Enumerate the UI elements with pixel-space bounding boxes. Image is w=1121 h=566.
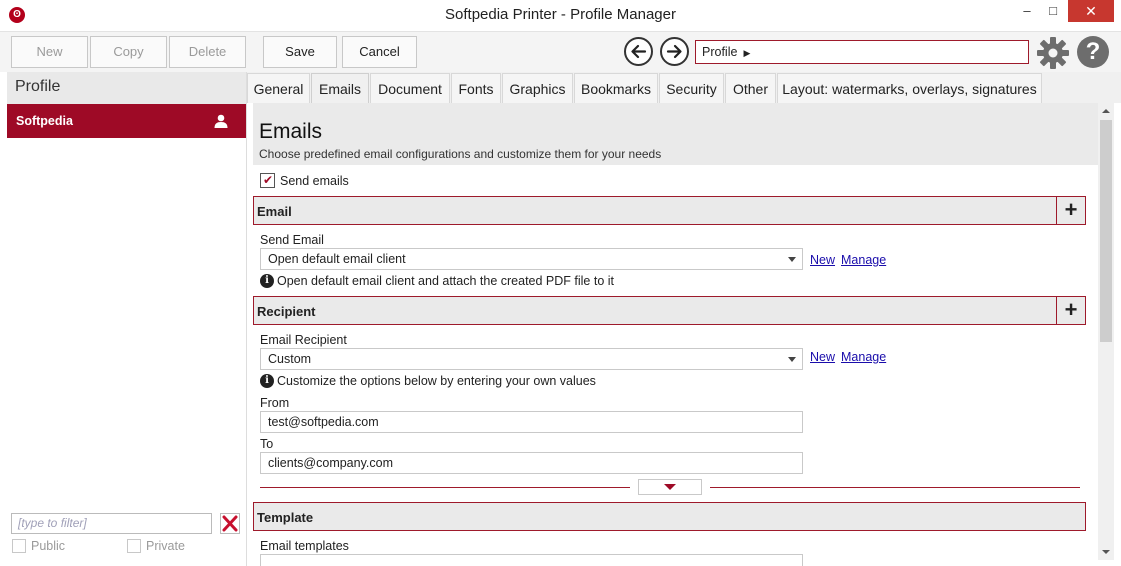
to-label: To [260,437,274,451]
clear-x-icon [222,515,238,532]
tab-fonts[interactable]: Fonts [451,73,501,103]
arrow-right-icon [666,44,682,59]
email-section-header: Email + [253,196,1086,225]
tab-layout[interactable]: Layout: watermarks, overlays, signatures [777,73,1042,103]
send-emails-checkbox[interactable]: ✔ [260,173,275,188]
delete-button[interactable]: Delete [169,36,246,68]
settings-tabs: General Emails Document Fonts Graphics B… [247,72,1121,104]
profile-item-label: Softpedia [16,114,73,128]
to-field[interactable]: clients@company.com [260,452,803,474]
checkmark-icon: ✔ [263,173,274,187]
window-title: Softpedia Printer - Profile Manager [445,6,676,23]
tab-security[interactable]: Security [659,73,724,103]
recipient-info-text: Customize the options below by entering … [277,374,596,388]
page-title: Emails [259,120,323,143]
tab-general[interactable]: General [247,73,310,103]
email-templates-label: Email templates [260,539,349,553]
private-checkbox[interactable] [127,539,141,553]
copy-button[interactable]: Copy [90,36,167,68]
divider [260,487,630,488]
send-emails-label: Send emails [280,174,349,188]
tab-emails[interactable]: Emails [311,73,369,104]
chevron-down-icon [788,257,796,262]
caret-right-icon: ▶ [743,48,751,58]
gear-icon[interactable] [1036,36,1070,70]
arrow-left-icon [631,44,647,59]
save-button[interactable]: Save [263,36,337,68]
tab-graphics[interactable]: Graphics [502,73,573,103]
tab-bookmarks[interactable]: Bookmarks [574,73,658,103]
expand-more-button[interactable] [638,479,702,495]
add-recipient-plus-icon[interactable]: + [1056,297,1085,324]
recipient-new-link[interactable]: New [810,350,835,364]
panel-header: Emails Choose predefined email configura… [253,103,1098,165]
scroll-down-icon[interactable] [1098,544,1114,560]
user-icon [214,114,228,128]
template-section-header: Template [253,502,1086,531]
minimize-button[interactable]: – [1014,0,1040,22]
email-templates-select[interactable] [260,554,803,566]
email-recipient-value: Custom [268,352,312,366]
tab-other[interactable]: Other [725,73,776,103]
new-button[interactable]: New [11,36,88,68]
help-icon[interactable]: ? [1077,36,1109,68]
profile-path-breadcrumb[interactable]: Profile ▶ [695,40,1029,64]
send-email-value: Open default email client [268,252,406,266]
email-info-text: Open default email client and attach the… [277,274,614,288]
public-label: Public [31,539,66,553]
emails-panel: Emails Choose predefined email configura… [247,103,1098,566]
section-title: Template [257,510,314,525]
info-icon: i [260,274,274,288]
back-button[interactable] [624,37,653,66]
profile-filter-input[interactable]: [type to filter] [11,513,212,534]
page-subtitle: Choose predefined email configurations a… [259,147,662,161]
breadcrumb-label: Profile [702,45,738,59]
scroll-up-icon[interactable] [1098,103,1114,119]
sidebar-header: Profile [7,72,246,104]
section-title: Recipient [257,304,316,319]
email-manage-link[interactable]: Manage [841,253,886,267]
private-label: Private [146,539,185,553]
toolbar: New Copy Delete Save Cancel Profile ▶ ? [0,32,1121,72]
section-title: Email [257,204,292,219]
profile-sidebar: Profile Softpedia [type to filter] Publi… [7,72,247,566]
public-checkbox[interactable] [12,539,26,553]
scroll-thumb[interactable] [1100,120,1112,342]
cancel-button[interactable]: Cancel [342,36,417,68]
forward-button[interactable] [660,37,689,66]
from-field[interactable]: test@softpedia.com [260,411,803,433]
email-recipient-select[interactable]: Custom [260,348,803,370]
clear-filter-button[interactable] [220,513,240,534]
tab-document[interactable]: Document [370,73,450,103]
title-bar: ʘ Softpedia Printer - Profile Manager – … [0,0,1121,32]
close-button[interactable]: ✕ [1068,0,1114,22]
recipient-section-header: Recipient + [253,296,1086,325]
recipient-manage-link[interactable]: Manage [841,350,886,364]
maximize-button[interactable]: □ [1040,0,1066,22]
info-icon: i [260,374,274,388]
profile-item-softpedia[interactable]: Softpedia [7,104,246,138]
from-label: From [260,396,290,410]
email-recipient-label: Email Recipient [260,333,347,347]
email-new-link[interactable]: New [810,253,835,267]
chevron-down-icon [788,357,796,362]
add-email-plus-icon[interactable]: + [1056,197,1085,224]
divider [710,487,1080,488]
send-email-label: Send Email [260,233,324,247]
send-email-select[interactable]: Open default email client [260,248,803,270]
vertical-scrollbar[interactable] [1098,103,1114,560]
